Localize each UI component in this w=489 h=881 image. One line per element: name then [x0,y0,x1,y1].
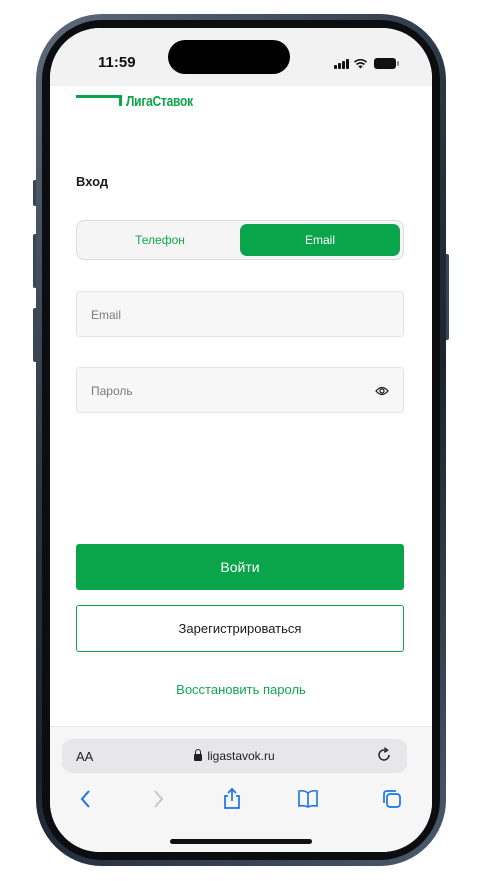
page-title: Вход [76,174,109,189]
logo-text: ЛигаСтавок [126,93,193,110]
url-display[interactable]: ligastavok.ru [62,749,407,763]
share-icon[interactable] [220,787,244,811]
register-button[interactable]: Зарегистрироваться [76,605,404,652]
address-bar[interactable]: AA ligastavok.ru [62,739,407,773]
reload-icon[interactable] [375,746,393,764]
phone-screen: 11:59 ЛигаСтавок Вход Телефон Email Emai… [50,28,432,852]
status-bar: 11:59 [50,28,432,86]
eye-icon[interactable] [375,385,389,397]
login-method-switch: Телефон Email [76,220,404,260]
status-icons [334,55,399,69]
tabs-icon[interactable] [380,787,404,811]
email-placeholder: Email [91,308,122,322]
forward-icon[interactable] [146,787,170,811]
dynamic-island [168,40,290,74]
email-field[interactable]: Email [76,291,404,337]
wifi-icon [353,58,368,69]
status-time: 11:59 [98,54,136,71]
recover-password-link[interactable]: Восстановить пароль [50,682,432,697]
login-button[interactable]: Войти [76,544,404,590]
password-field[interactable]: Пароль [76,367,404,413]
logo-mark [76,95,122,106]
battery-icon [374,58,399,69]
tab-phone[interactable]: Телефон [80,224,240,256]
bookmarks-icon[interactable] [296,787,320,811]
home-indicator [170,839,312,844]
brand-logo[interactable]: ЛигаСтавок [76,94,210,109]
tab-email[interactable]: Email [240,224,400,256]
browser-toolbar [50,787,432,817]
signal-icon [334,59,349,69]
lock-icon [194,749,203,761]
password-placeholder: Пароль [91,384,133,398]
back-icon[interactable] [74,787,98,811]
url-text: ligastavok.ru [207,749,275,763]
safari-bottom-bar: AA ligastavok.ru [50,726,432,852]
